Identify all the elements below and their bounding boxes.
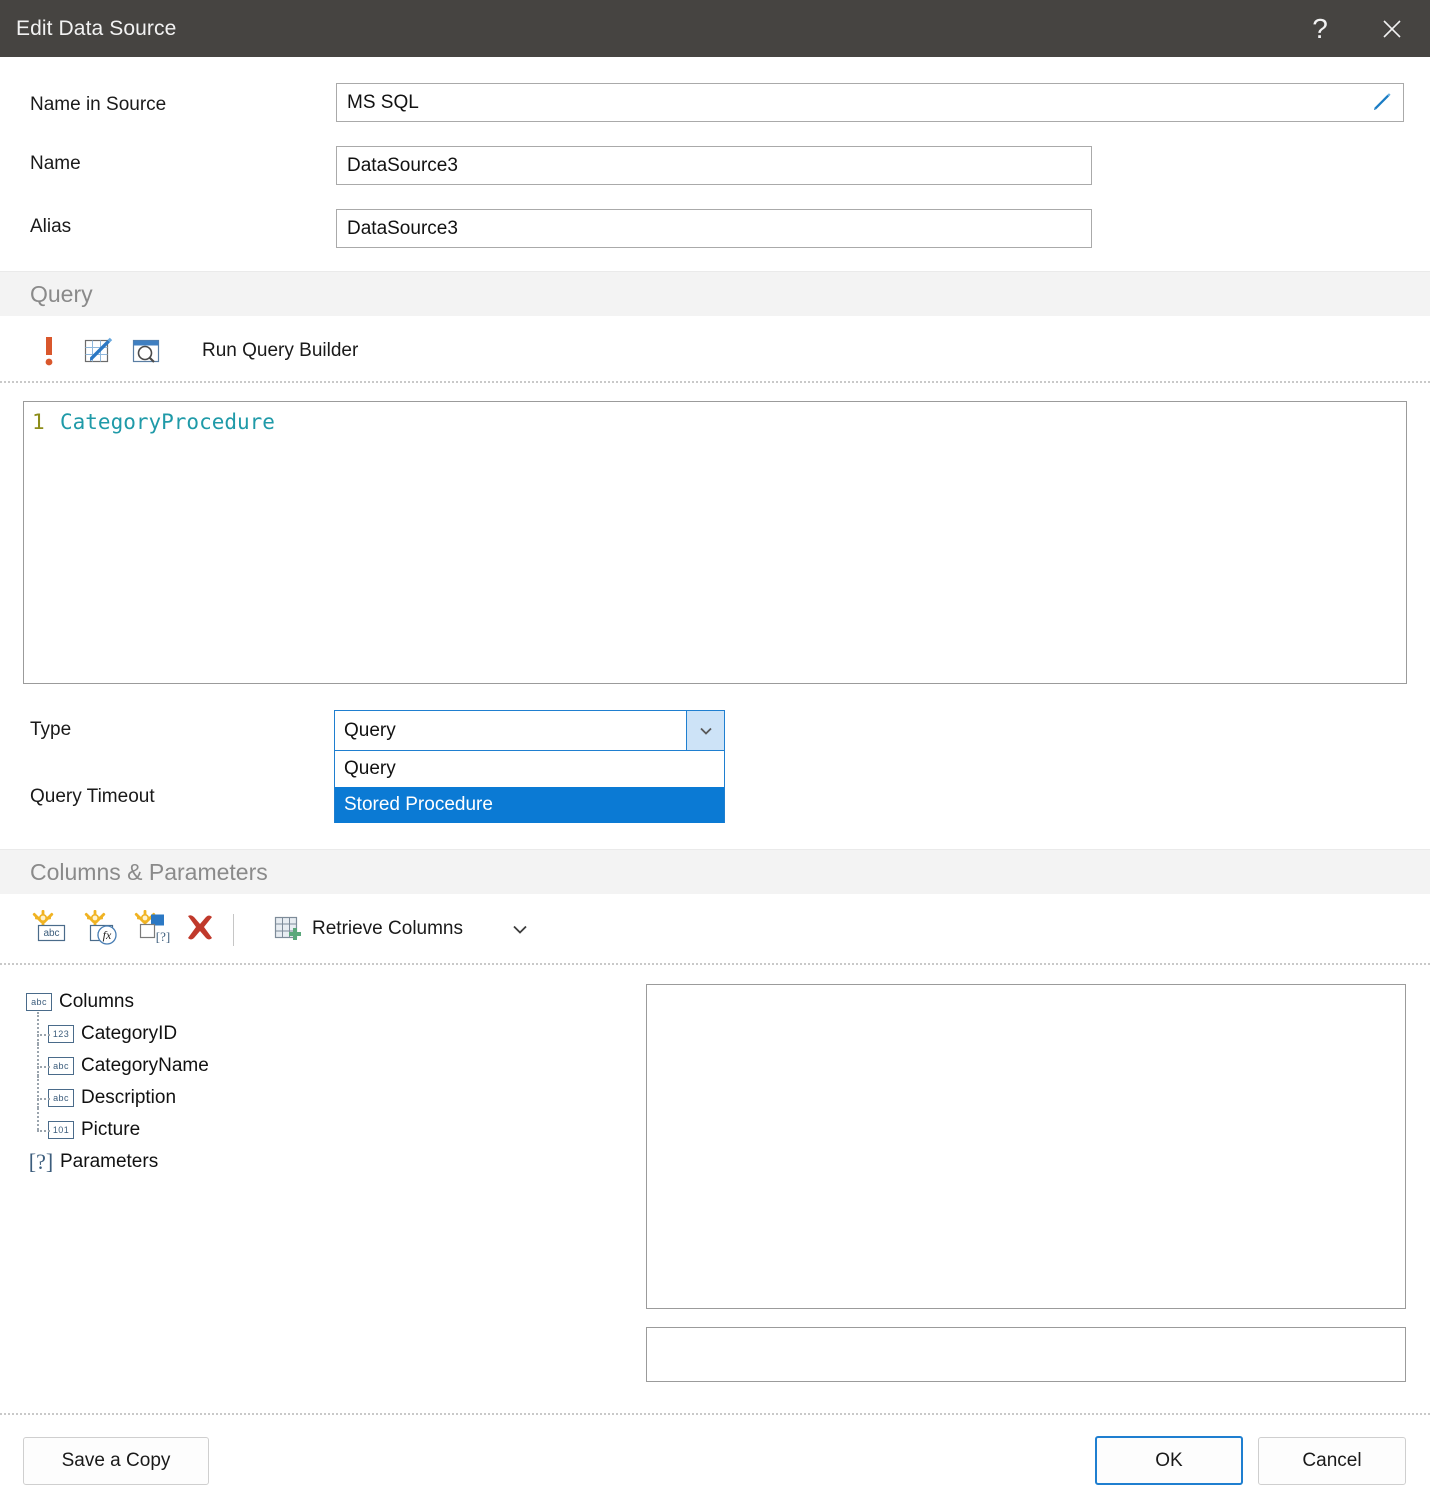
preview-query-button[interactable] [130,334,162,368]
columns-toolbar: abc a fx [0,900,1430,960]
edit-name-in-source-button[interactable] [1369,90,1395,116]
alias-input[interactable]: DataSource3 [336,209,1092,248]
chevron-down-icon [513,925,527,934]
name-input[interactable]: DataSource3 [336,146,1092,185]
retrieve-columns-label: Retrieve Columns [312,918,463,939]
save-a-copy-label: Save a Copy [61,1450,171,1471]
chevron-down-icon [699,727,712,735]
type-combobox[interactable]: Query [334,710,725,751]
ok-label: OK [1155,1449,1183,1471]
ok-button[interactable]: OK [1095,1436,1243,1485]
tree-item-columns[interactable]: abc Columns [26,986,209,1018]
tree-item-parameters[interactable]: [?] Parameters [26,1146,209,1178]
run-query-builder-label: Run Query Builder [202,340,359,361]
code-line-number: 1 [32,410,45,434]
validate-query-button[interactable] [36,334,62,368]
parameter-icon: [?] [28,1149,54,1174]
new-expression-column-icon: a fx [84,910,117,945]
tree-connector [26,1108,50,1146]
columns-tree[interactable]: abc Columns 123 CategoryID abc CategoryN… [26,986,209,1178]
alias-value: DataSource3 [347,217,458,239]
new-parameter-button[interactable]: [?] [134,910,174,945]
type-option-stored-procedure[interactable]: Stored Procedure [335,787,724,823]
edit-query-icon [84,337,113,363]
type-combobox-value: Query [344,719,396,741]
cancel-button[interactable]: Cancel [1258,1437,1406,1485]
new-data-column-icon: abc [32,910,66,942]
svg-text:[?]: [?] [156,929,170,944]
tree-item-picture[interactable]: 101 Picture [26,1108,209,1146]
pencil-icon [1374,92,1391,110]
svg-text:abc: abc [43,928,59,939]
type-combobox-arrow-button[interactable] [686,711,724,750]
name-in-source-label: Name in Source [30,94,167,115]
binary-type-icon: 101 [48,1121,74,1139]
retrieve-columns-icon [274,916,301,940]
code-line: 1 CategoryProcedure [24,402,1406,436]
name-in-source-input[interactable]: MS SQL [336,83,1404,122]
tree-item-label: Columns [59,991,134,1012]
window-title: Edit Data Source [16,17,177,40]
new-data-column-button[interactable]: abc [30,910,70,945]
tree-item-label: Description [81,1087,177,1108]
query-code-editor[interactable]: 1 CategoryProcedure [23,401,1407,684]
type-combobox-dropdown[interactable]: Query Stored Procedure [334,751,725,823]
delete-red-x-icon [188,915,212,940]
type-label: Type [30,719,72,740]
tree-item-categoryid[interactable]: 123 CategoryID [26,1012,209,1050]
tree-item-label: CategoryName [81,1055,209,1076]
tree-item-label: CategoryID [81,1023,178,1044]
cancel-label: Cancel [1302,1450,1362,1471]
retrieve-columns-button[interactable]: Retrieve Columns [272,912,463,946]
save-a-copy-button[interactable]: Save a Copy [23,1437,209,1485]
columns-section-title: Columns & Parameters [30,859,268,885]
name-label: Name [30,153,81,174]
exclamation-icon [45,337,53,366]
delete-button[interactable] [182,911,218,945]
abc-type-icon: abc [26,993,52,1011]
columns-toolbar-divider [0,963,1430,965]
run-query-builder-button[interactable]: Run Query Builder [202,334,358,368]
abc-type-icon: abc [48,1057,74,1075]
toolbar-separator [233,914,234,946]
close-icon [1383,19,1401,38]
property-grid-panel[interactable] [646,984,1406,1309]
help-button[interactable]: ? [1288,0,1352,57]
new-parameter-icon: [?] [134,910,170,944]
abc-type-icon: abc [48,1089,74,1107]
window-titlebar: Edit Data Source ? [0,0,1430,57]
query-timeout-label: Query Timeout [30,786,155,807]
alias-label: Alias [30,216,72,237]
footer-divider [0,1413,1430,1415]
query-section-title: Query [30,281,93,307]
query-toolbar: Run Query Builder [0,320,1430,380]
tree-item-label: Picture [81,1119,141,1140]
question-mark-icon: ? [1312,12,1328,44]
tree-item-description[interactable]: abc Description [26,1076,209,1114]
property-description-panel[interactable] [646,1327,1406,1382]
columns-section-header: Columns & Parameters [0,849,1430,894]
preview-query-icon [132,339,160,363]
query-toolbar-divider [0,381,1430,383]
type-option-query[interactable]: Query [335,751,724,787]
close-button[interactable] [1360,0,1424,57]
edit-query-button[interactable] [83,334,115,368]
name-value: DataSource3 [347,154,458,176]
svg-text:fx: fx [103,928,112,942]
tree-item-categoryname[interactable]: abc CategoryName [26,1044,209,1082]
name-in-source-value: MS SQL [347,91,419,113]
number-type-icon: 123 [48,1025,74,1043]
retrieve-columns-dropdown-button[interactable] [508,912,532,946]
code-line-text: CategoryProcedure [60,410,275,434]
query-section-header: Query [0,271,1430,316]
tree-item-label: Parameters [60,1151,159,1172]
new-expression-column-button[interactable]: a fx [82,910,122,945]
